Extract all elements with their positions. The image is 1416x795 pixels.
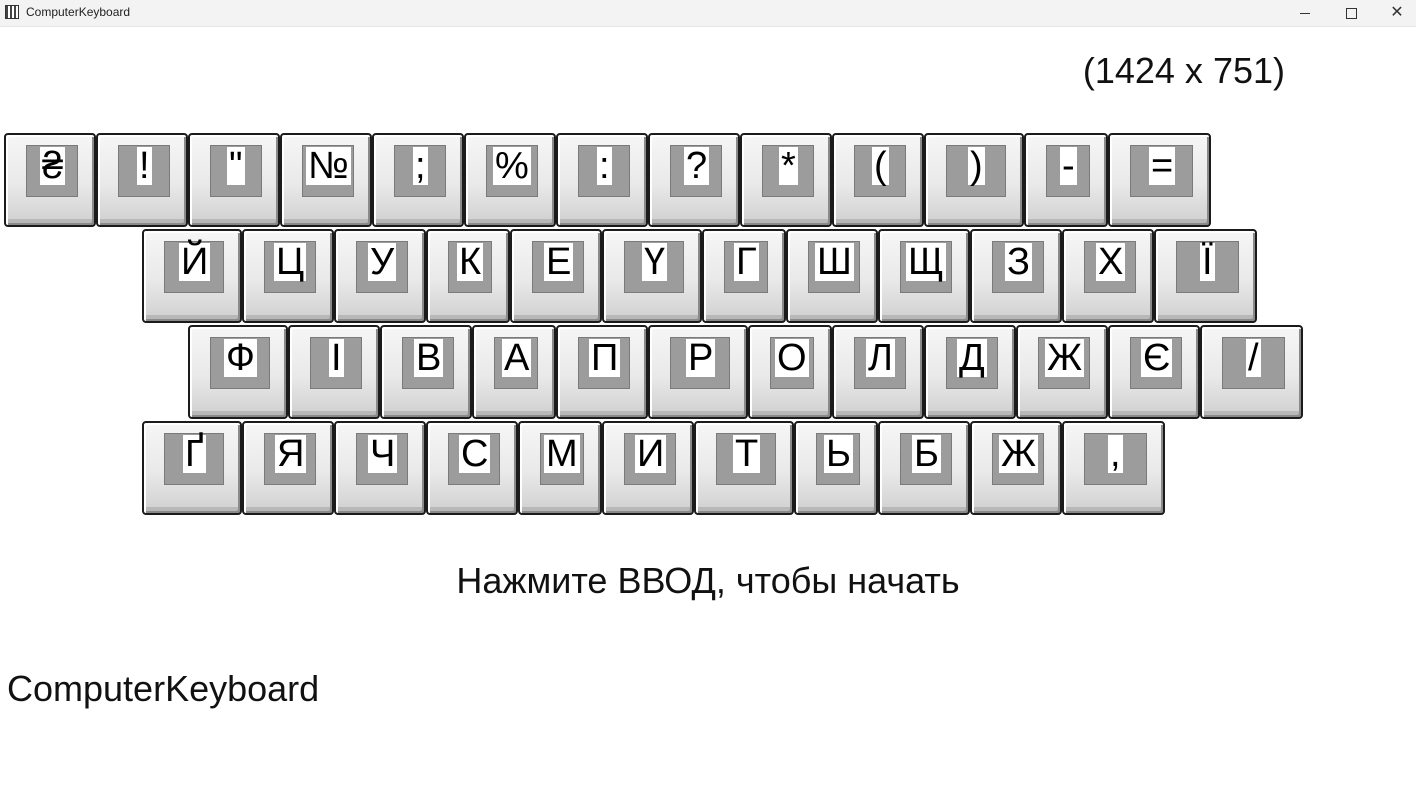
key-label: К: [457, 241, 484, 283]
key-3-4[interactable]: А: [472, 325, 556, 419]
key-2-2[interactable]: Ц: [242, 229, 334, 323]
key-label: Е: [544, 241, 574, 283]
key-label: Л: [866, 337, 895, 379]
key-label: Б: [912, 433, 941, 475]
app-name-label: ComputerKeyboard: [7, 668, 320, 709]
key-4-6[interactable]: И: [602, 421, 694, 515]
start-prompt: Нажмите ВВОД, чтобы начать: [456, 560, 960, 601]
key-3-8[interactable]: Л: [832, 325, 924, 419]
key-label: !: [137, 145, 152, 187]
key-2-4[interactable]: К: [426, 229, 510, 323]
key-label: ): [968, 145, 985, 187]
key-label: Й: [179, 241, 211, 283]
key-3-9[interactable]: Д: [924, 325, 1016, 419]
key-label: ?: [684, 145, 710, 187]
key-4-9[interactable]: Б: [878, 421, 970, 515]
key-label: Ү: [642, 241, 668, 283]
key-label: Є: [1141, 337, 1173, 379]
key-3-5[interactable]: П: [556, 325, 648, 419]
key-2-9[interactable]: Щ: [878, 229, 970, 323]
key-3-10[interactable]: Ж: [1016, 325, 1108, 419]
key-4-2[interactable]: Я: [242, 421, 334, 515]
key-label: ,: [1108, 433, 1123, 475]
key-2-12[interactable]: Ї: [1154, 229, 1257, 323]
key-4-5[interactable]: М: [518, 421, 602, 515]
key-2-8[interactable]: Ш: [786, 229, 878, 323]
key-2-7[interactable]: Г: [702, 229, 786, 323]
key-label: Х: [1096, 241, 1126, 283]
key-4-10[interactable]: Ж: [970, 421, 1062, 515]
key-2-10[interactable]: З: [970, 229, 1062, 323]
key-3-3[interactable]: В: [380, 325, 472, 419]
key-1-4[interactable]: №: [280, 133, 372, 227]
key-1-6[interactable]: %: [464, 133, 556, 227]
key-2-1[interactable]: Й: [142, 229, 242, 323]
key-2-6[interactable]: Ү: [602, 229, 702, 323]
key-label: А: [502, 337, 532, 379]
key-label: О: [775, 337, 809, 379]
key-label: /: [1246, 337, 1261, 379]
key-label: Я: [275, 433, 307, 475]
key-4-1[interactable]: Ґ: [142, 421, 242, 515]
key-label: Ч: [368, 433, 398, 475]
key-label: П: [589, 337, 621, 379]
key-label: ;: [413, 145, 428, 187]
key-label: :: [597, 145, 612, 187]
key-1-2[interactable]: !: [96, 133, 188, 227]
key-label: *: [779, 145, 798, 187]
key-2-5[interactable]: Е: [510, 229, 602, 323]
key-4-4[interactable]: С: [426, 421, 518, 515]
key-label: С: [459, 433, 491, 475]
key-3-12[interactable]: /: [1200, 325, 1303, 419]
key-label: ₴: [40, 145, 66, 187]
key-1-3[interactable]: ": [188, 133, 280, 227]
key-label: Д: [957, 337, 987, 379]
key-label: И: [635, 433, 667, 475]
key-label: (: [872, 145, 889, 187]
key-2-11[interactable]: Х: [1062, 229, 1154, 323]
key-3-11[interactable]: Є: [1108, 325, 1200, 419]
key-label: =: [1149, 145, 1176, 187]
key-4-8[interactable]: Ь: [794, 421, 878, 515]
key-label: Щ: [906, 241, 946, 283]
key-1-9[interactable]: *: [740, 133, 832, 227]
key-label: Ї: [1200, 241, 1215, 283]
key-label: М: [544, 433, 580, 475]
key-4-3[interactable]: Ч: [334, 421, 426, 515]
key-label: %: [493, 145, 531, 187]
key-3-6[interactable]: Р: [648, 325, 748, 419]
key-label: Ш: [815, 241, 854, 283]
key-label: №: [306, 145, 351, 187]
key-1-7[interactable]: :: [556, 133, 648, 227]
key-label: І: [329, 337, 344, 379]
key-label: Ж: [1045, 337, 1085, 379]
key-label: Ц: [274, 241, 307, 283]
key-3-7[interactable]: О: [748, 325, 832, 419]
key-label: Р: [686, 337, 716, 379]
key-label: Г: [734, 241, 759, 283]
key-4-11[interactable]: ,: [1062, 421, 1165, 515]
key-1-11[interactable]: ): [924, 133, 1024, 227]
key-label: Т: [733, 433, 761, 475]
key-1-8[interactable]: ?: [648, 133, 740, 227]
key-1-12[interactable]: -: [1024, 133, 1108, 227]
key-1-13[interactable]: =: [1108, 133, 1211, 227]
key-3-2[interactable]: І: [288, 325, 380, 419]
key-label: ": [227, 145, 245, 187]
key-label: У: [368, 241, 397, 283]
key-label: Ґ: [183, 433, 206, 475]
key-label: З: [1005, 241, 1032, 283]
key-3-1[interactable]: Ф: [188, 325, 288, 419]
key-label: В: [414, 337, 444, 379]
key-label: Ф: [224, 337, 257, 379]
key-1-1[interactable]: ₴: [4, 133, 96, 227]
key-2-3[interactable]: У: [334, 229, 426, 323]
key-1-10[interactable]: (: [832, 133, 924, 227]
key-label: Ь: [824, 433, 853, 475]
key-label: -: [1060, 145, 1077, 187]
key-1-5[interactable]: ;: [372, 133, 464, 227]
key-label: Ж: [999, 433, 1039, 475]
key-4-7[interactable]: Т: [694, 421, 794, 515]
